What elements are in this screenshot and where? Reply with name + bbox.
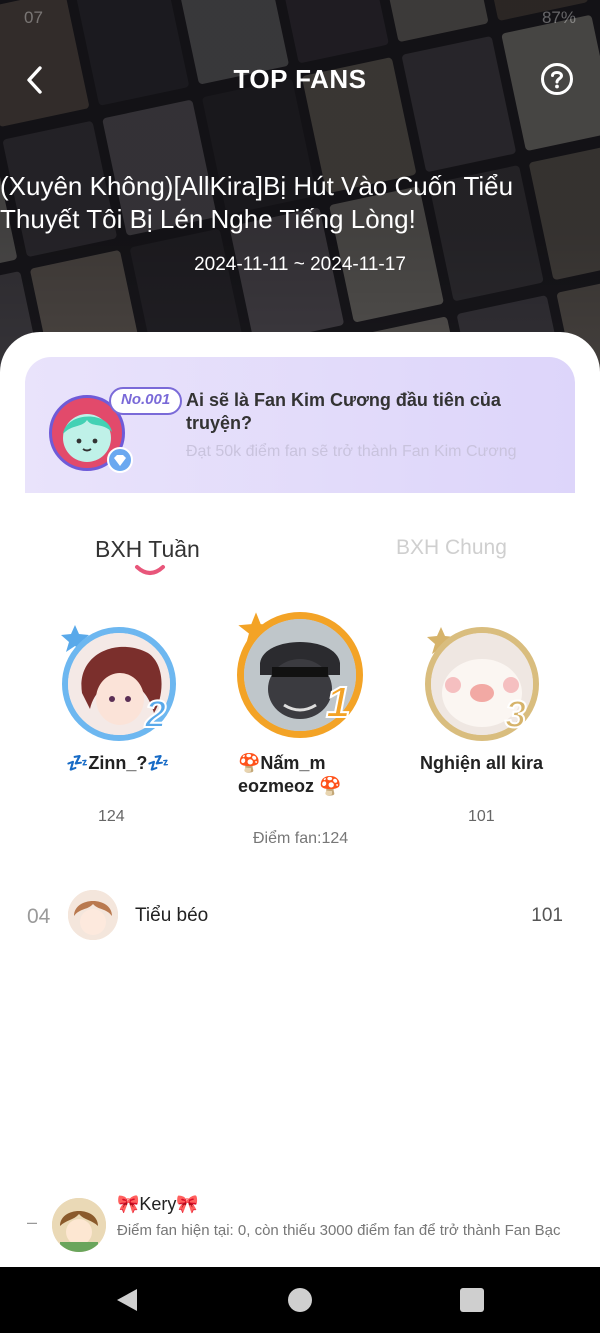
help-button[interactable]: [540, 62, 574, 96]
rank-tag: No.001: [109, 387, 183, 415]
status-bar: 07 87%: [24, 8, 576, 34]
nav-recents-icon[interactable]: [460, 1288, 484, 1312]
ranking-panel: No.001 Ai sẽ là Fan Kim Cương đầu tiên c…: [0, 332, 600, 1267]
status-battery: 87%: [541, 8, 576, 27]
tab-overall[interactable]: BXH Chung: [396, 536, 507, 560]
hero-background: 07 87% TOP FANS (Xuyên Không)[AllKira]Bị…: [0, 0, 600, 380]
rank-number: 1: [325, 677, 352, 728]
ranking-tabs: BXH Tuần BXH Chung: [0, 532, 600, 592]
my-rank-row[interactable]: – 🎀Kery🎀 Điểm fan hiện tại: 0, còn thiếu…: [0, 1190, 600, 1267]
fan-score: 124: [98, 808, 125, 825]
list-item[interactable]: 04 Tiểu béo 101: [0, 887, 600, 947]
top-bar: TOP FANS: [0, 58, 600, 102]
tab-weekly[interactable]: BXH Tuần: [95, 536, 200, 563]
avatar: [68, 890, 118, 940]
diamond-fan-banner[interactable]: No.001 Ai sẽ là Fan Kim Cương đầu tiên c…: [25, 357, 575, 493]
my-fan-progress: Điểm fan hiện tại: 0, còn thiếu 3000 điể…: [117, 1222, 561, 1239]
story-title: (Xuyên Không)[AllKira]Bị Hút Vào Cuốn Ti…: [0, 171, 514, 234]
promo-subtitle: Đạt 50k điểm fan sẽ trở thành Fan Kim Cư…: [186, 443, 517, 460]
fan-score: Điểm fan:124: [253, 830, 349, 847]
fan-score: 101: [531, 905, 563, 926]
promo-question: Ai sẽ là Fan Kim Cương đầu tiên của truy…: [186, 390, 501, 433]
system-nav-bar: [0, 1267, 600, 1333]
page-title: TOP FANS: [233, 64, 367, 94]
diamond-icon: [107, 447, 133, 473]
fan-score: 101: [468, 808, 495, 825]
fan-name: 💤Zinn_?💤: [66, 753, 170, 773]
my-rank: –: [27, 1212, 38, 1232]
fan-name: Nghiện all kira: [420, 753, 544, 773]
fan-name: 🍄Nấm_m eozmeoz 🍄: [238, 753, 342, 796]
avatar: [52, 1198, 106, 1252]
rank-number: 04: [27, 905, 51, 928]
status-time: 07: [24, 8, 43, 27]
rank-number: 3: [504, 693, 527, 737]
active-tab-indicator: [135, 565, 165, 575]
nav-home-icon[interactable]: [288, 1288, 312, 1312]
fan-name: Tiểu béo: [135, 905, 209, 926]
my-name: 🎀Kery🎀: [117, 1194, 199, 1214]
question-icon: [541, 63, 573, 95]
rank-number: 2: [144, 693, 167, 737]
date-range: 2024-11-11 ~ 2024-11-17: [194, 254, 406, 275]
nav-back-icon[interactable]: [114, 1287, 140, 1313]
